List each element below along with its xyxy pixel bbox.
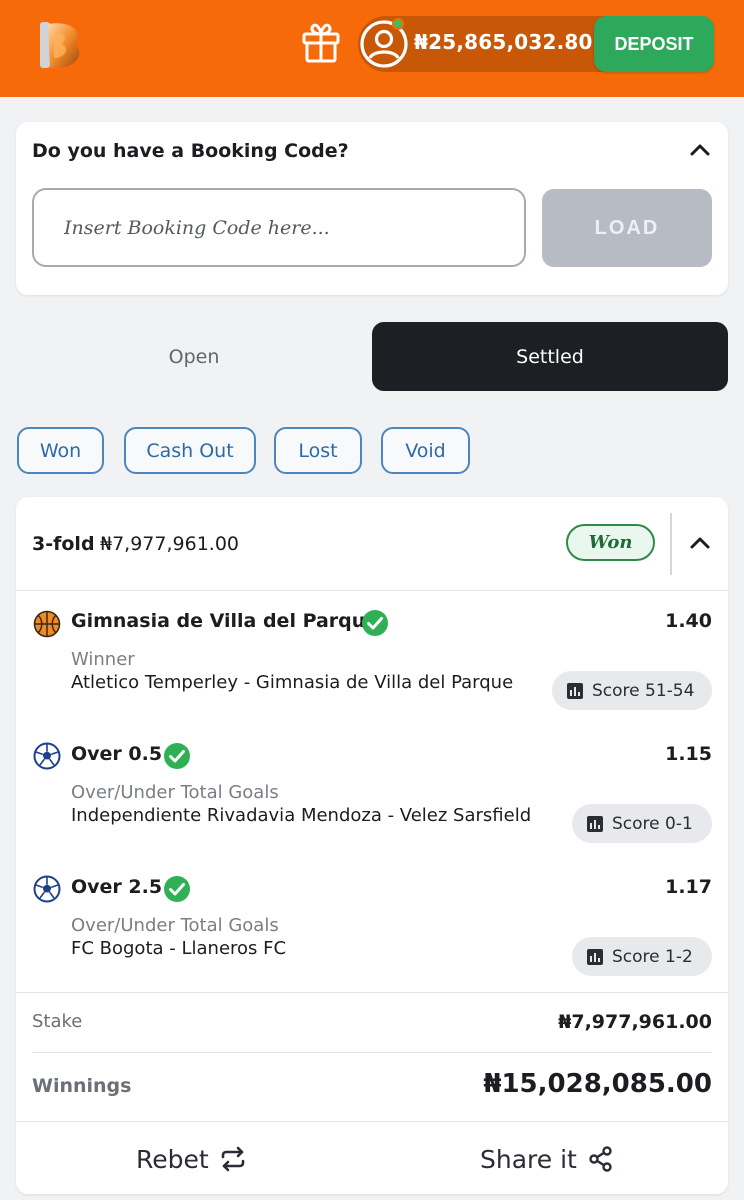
divider xyxy=(670,513,672,575)
divider xyxy=(16,992,728,993)
selection-pick: Over 2.5 xyxy=(71,876,163,898)
selection-odds: 1.17 xyxy=(665,876,712,898)
rebet-button[interactable]: Rebet xyxy=(136,1137,247,1181)
online-status-dot xyxy=(392,18,404,30)
chevron-up-icon[interactable] xyxy=(688,138,712,162)
booking-code-title: Do you have a Booking Code? xyxy=(32,140,349,162)
booking-code-input[interactable] xyxy=(32,188,526,267)
selection-odds: 1.15 xyxy=(665,743,712,765)
repeat-icon xyxy=(221,1146,244,1172)
score-label: Score 0-1 xyxy=(612,813,693,834)
bet-slip-card: 3-fold ₦7,977,961.00 Won Gimnasia de Vil… xyxy=(16,497,728,1194)
bar-chart-icon xyxy=(567,682,583,699)
winnings-value: ₦15,028,085.00 xyxy=(483,1069,712,1099)
selection-pick: Gimnasia de Villa del Parque xyxy=(71,610,379,632)
check-circle-icon xyxy=(362,610,388,636)
filter-cash-out[interactable]: Cash Out xyxy=(124,427,256,474)
check-circle-icon xyxy=(164,743,190,769)
share-button[interactable]: Share it xyxy=(480,1137,615,1181)
load-button[interactable]: LOAD xyxy=(542,189,712,267)
rebet-label: Rebet xyxy=(136,1144,209,1174)
basketball-icon xyxy=(33,610,61,638)
selection-market: Over/Under Total Goals xyxy=(71,915,279,936)
chevron-up-icon[interactable] xyxy=(688,531,712,555)
tab-settled[interactable]: Settled xyxy=(372,322,728,391)
winnings-label: Winnings xyxy=(32,1075,132,1097)
selection-match: FC Bogota - Llaneros FC xyxy=(71,938,287,959)
bar-chart-icon xyxy=(587,815,603,832)
stake-label: Stake xyxy=(32,1011,83,1032)
check-circle-icon xyxy=(164,876,190,902)
filter-lost[interactable]: Lost xyxy=(274,427,362,474)
top-bar: ₦25,865,032.80 DEPOSIT xyxy=(0,0,744,97)
share-icon xyxy=(589,1146,612,1172)
selection-odds: 1.40 xyxy=(665,610,712,632)
status-badge: Won xyxy=(566,524,655,561)
booking-code-card: Do you have a Booking Code? LOAD xyxy=(16,122,728,295)
selection-market: Winner xyxy=(71,649,135,670)
stake-value: ₦7,977,961.00 xyxy=(558,1011,712,1033)
soccer-ball-icon xyxy=(33,875,61,903)
brand-logo[interactable] xyxy=(38,18,86,72)
score-button[interactable]: Score 1-2 xyxy=(572,937,712,976)
bet-stake-header: ₦7,977,961.00 xyxy=(100,533,240,555)
tab-open[interactable]: Open xyxy=(16,322,372,391)
bar-chart-icon xyxy=(587,948,603,965)
score-button[interactable]: Score 51-54 xyxy=(552,671,712,710)
divider xyxy=(32,1052,712,1053)
filter-void[interactable]: Void xyxy=(381,427,470,474)
selection-pick: Over 0.5 xyxy=(71,743,163,765)
bet-type: 3-fold xyxy=(32,533,95,555)
selection-match: Independiente Rivadavia Mendoza - Velez … xyxy=(71,805,532,826)
deposit-button[interactable]: DEPOSIT xyxy=(594,16,714,72)
account-balance: ₦25,865,032.80 xyxy=(414,30,593,54)
score-label: Score 51-54 xyxy=(592,680,695,701)
selection-market: Over/Under Total Goals xyxy=(71,782,279,803)
filter-won[interactable]: Won xyxy=(17,427,104,474)
score-button[interactable]: Score 0-1 xyxy=(572,804,712,843)
soccer-ball-icon xyxy=(33,742,61,770)
divider xyxy=(16,1121,728,1122)
score-label: Score 1-2 xyxy=(612,946,693,967)
divider xyxy=(16,590,728,591)
selection-match: Atletico Temperley - Gimnasia de Villa d… xyxy=(71,672,514,693)
gift-icon[interactable] xyxy=(300,20,342,64)
share-label: Share it xyxy=(480,1144,577,1174)
